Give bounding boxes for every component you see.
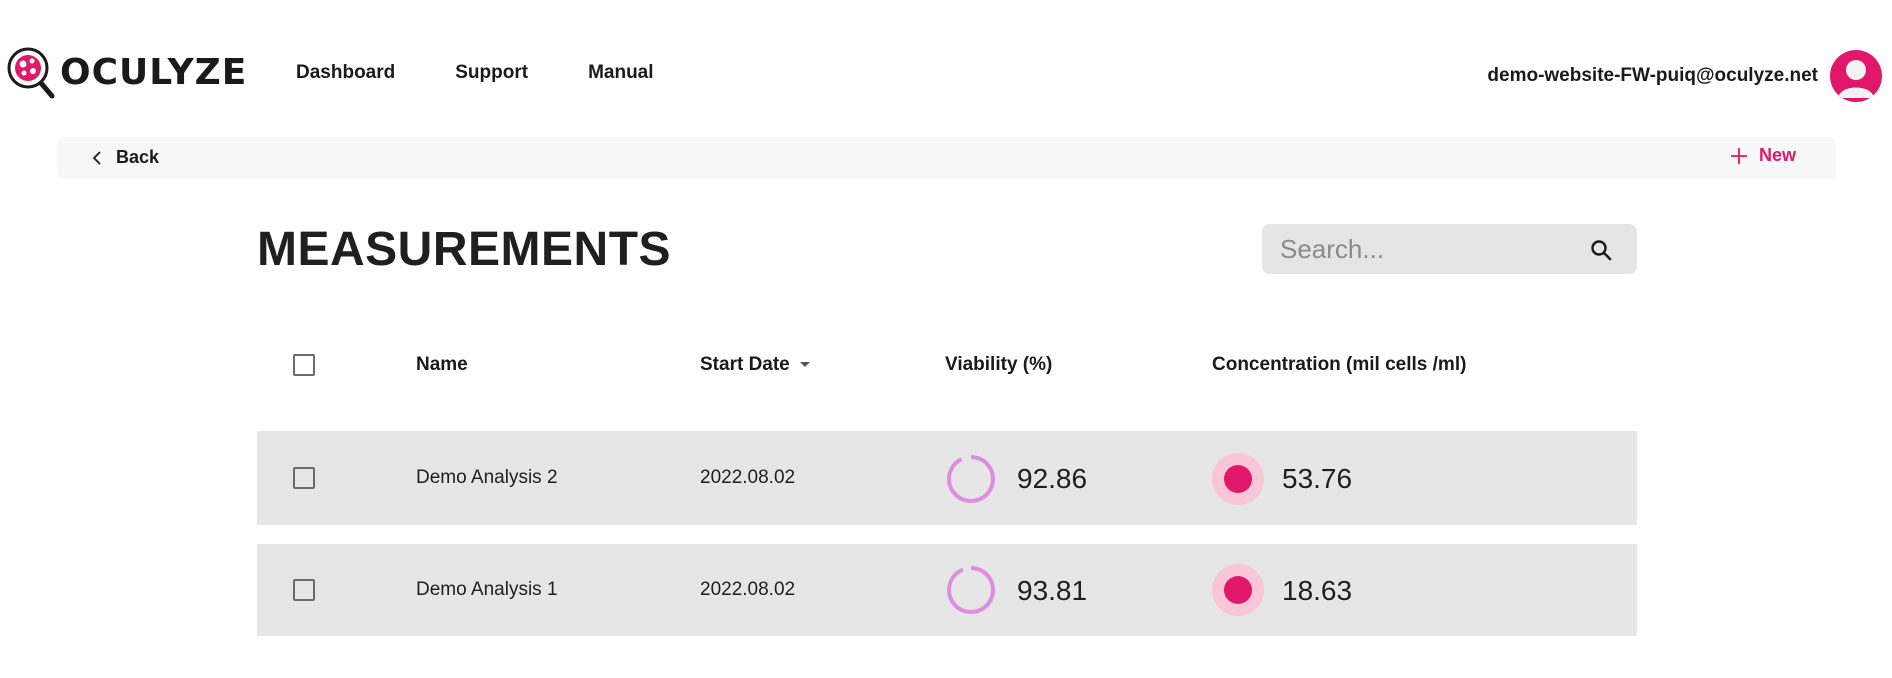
new-button[interactable]: New	[1729, 145, 1796, 166]
user-menu[interactable]: demo-website-FW-puiq@oculyze.net	[1487, 50, 1882, 102]
avatar[interactable]	[1830, 50, 1882, 102]
viability-ring-icon	[947, 455, 995, 503]
viability-ring-icon	[947, 566, 995, 614]
search-box	[1262, 224, 1637, 274]
row-start-date: 2022.08.02	[700, 467, 796, 488]
row-concentration: 18.63	[1282, 575, 1353, 606]
main-nav: Dashboard Support Manual	[296, 62, 654, 84]
chevron-left-icon	[92, 150, 101, 165]
table-row[interactable]: Demo Analysis 2 2022.08.02 92.86 53.76	[257, 431, 1637, 525]
row-viability: 92.86	[1017, 463, 1088, 494]
row-name[interactable]: Demo Analysis 2	[416, 467, 558, 489]
row-checkbox[interactable]	[293, 579, 315, 601]
row-start-date: 2022.08.02	[700, 579, 796, 600]
nav-manual-link[interactable]: Manual	[588, 62, 653, 84]
column-header-viability[interactable]: Viability (%)	[945, 354, 1052, 376]
page-title: MEASUREMENTS	[257, 223, 672, 276]
select-all-checkbox[interactable]	[293, 354, 315, 376]
user-email: demo-website-FW-puiq@oculyze.net	[1487, 65, 1818, 86]
row-checkbox[interactable]	[293, 467, 315, 489]
oculyze-logo[interactable]: OCULYZE	[6, 46, 247, 104]
user-silhouette-icon	[1838, 60, 1874, 98]
plus-icon	[1730, 147, 1747, 164]
action-bar: Back New	[58, 137, 1836, 179]
concentration-dot-icon	[1212, 564, 1264, 616]
column-header-start-date[interactable]: Start Date	[700, 354, 810, 376]
column-header-name[interactable]: Name	[416, 354, 468, 376]
table-row[interactable]: Demo Analysis 1 2022.08.02 93.81 18.63	[257, 544, 1637, 636]
row-concentration: 53.76	[1282, 463, 1353, 494]
table-header: Name Start Date Viability (%) Concentrat…	[257, 330, 1637, 400]
back-label: Back	[116, 147, 160, 167]
row-viability: 93.81	[1017, 575, 1088, 606]
search-input[interactable]	[1280, 232, 1570, 266]
sort-desc-icon[interactable]	[799, 362, 810, 368]
brand-name: OCULYZE	[60, 51, 248, 93]
search-icon[interactable]	[1589, 238, 1613, 262]
back-button[interactable]: Back	[92, 147, 159, 168]
top-header: OCULYZE Dashboard Support Manual demo-we…	[0, 0, 1892, 130]
column-header-concentration[interactable]: Concentration (mil cells /ml)	[1212, 354, 1466, 376]
column-header-start-date-label: Start Date	[700, 354, 790, 375]
measurements-table: Name Start Date Viability (%) Concentrat…	[257, 330, 1637, 636]
nav-dashboard-link[interactable]: Dashboard	[296, 62, 395, 84]
row-name[interactable]: Demo Analysis 1	[416, 579, 558, 601]
nav-support-link[interactable]: Support	[455, 62, 528, 84]
logo-magnifier-icon	[7, 47, 55, 99]
concentration-dot-icon	[1212, 453, 1264, 505]
new-label: New	[1758, 145, 1796, 165]
